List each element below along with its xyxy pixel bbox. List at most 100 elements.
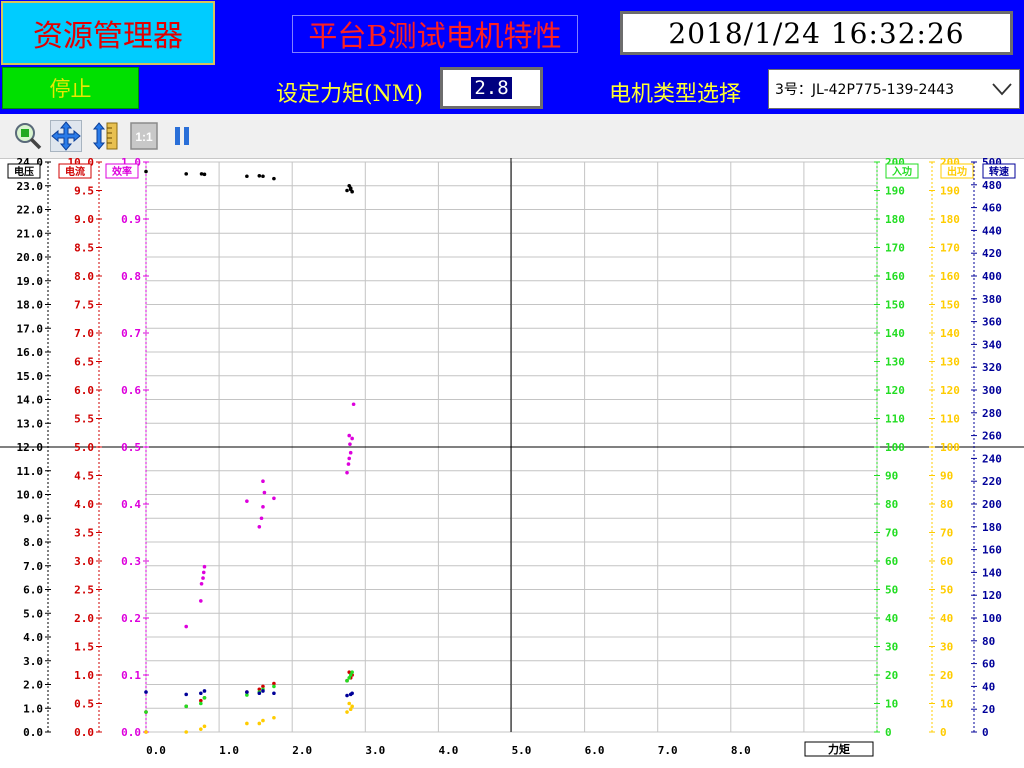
efficiency-tick-label: 0.3 bbox=[121, 555, 141, 568]
voltage-tick-label: 12.0 bbox=[17, 441, 44, 454]
voltage-tick-label: 7.0 bbox=[23, 560, 43, 573]
efficiency-data-point bbox=[348, 450, 353, 455]
speed-tick-label: 420 bbox=[982, 247, 1002, 260]
input_power-data-point bbox=[202, 696, 207, 700]
current-tick-label: 6.0 bbox=[74, 384, 94, 397]
efficiency-axis-name: 效率 bbox=[112, 165, 132, 178]
output_power-data-point bbox=[144, 730, 148, 734]
efficiency-tick-label: 0.6 bbox=[121, 384, 141, 397]
reset-zoom-icon: 1:1 bbox=[130, 122, 158, 150]
current-tick-label: 1.5 bbox=[74, 641, 94, 654]
input_power-data-point bbox=[272, 684, 276, 689]
output_power-data-point bbox=[350, 704, 354, 709]
current-tick-label: 3.0 bbox=[74, 555, 94, 568]
voltage-tick-label: 22.0 bbox=[17, 204, 44, 217]
motor-type-select[interactable]: 3号：JL-42P775-139-2443 bbox=[768, 69, 1020, 109]
motor-type-selected: 3号：JL-42P775-139-2443 bbox=[775, 82, 955, 98]
pause-button[interactable] bbox=[166, 120, 198, 152]
current-tick-label: 9.0 bbox=[74, 213, 94, 226]
input_power-tick-label: 170 bbox=[885, 242, 905, 255]
datetime-display: 2018/1/24 16:32:26 bbox=[620, 11, 1013, 55]
efficiency-data-point bbox=[272, 496, 276, 501]
output_power-data-point bbox=[184, 730, 189, 734]
input_power-tick-label: 0 bbox=[885, 726, 892, 739]
efficiency-tick-label: 0.8 bbox=[121, 270, 141, 283]
voltage-tick-label: 3.0 bbox=[23, 655, 43, 668]
efficiency-data-point bbox=[199, 599, 203, 603]
efficiency-data-point bbox=[261, 479, 265, 484]
measure-icon bbox=[92, 122, 118, 150]
x-tick-label: 1.0 bbox=[219, 744, 239, 757]
efficiency-data-point bbox=[346, 462, 351, 466]
voltage-tick-label: 15.0 bbox=[17, 370, 44, 383]
input_power-tick-label: 150 bbox=[885, 299, 905, 312]
x-tick-label: 2.0 bbox=[292, 744, 312, 757]
pause-icon bbox=[175, 127, 189, 145]
efficiency-data-point bbox=[347, 433, 352, 438]
page-title: 平台B测试电机特性 bbox=[292, 15, 578, 53]
output_power-data-point bbox=[345, 710, 349, 714]
output_power-data-point bbox=[261, 718, 265, 723]
speed-tick-label: 320 bbox=[982, 361, 1002, 374]
zoom-tool[interactable] bbox=[12, 120, 44, 152]
input_power-tick-label: 70 bbox=[885, 527, 898, 540]
pan-tool[interactable] bbox=[50, 120, 82, 152]
current-tick-label: 8.0 bbox=[74, 270, 94, 283]
speed-tick-label: 480 bbox=[982, 179, 1002, 192]
current-tick-label: 1.0 bbox=[74, 669, 94, 682]
speed-data-point bbox=[272, 691, 276, 696]
motor-characteristic-chart[interactable]: 0.01.02.03.04.05.06.07.08.09.0.01.02.03.… bbox=[0, 158, 1024, 768]
current-tick-label: 4.0 bbox=[74, 498, 94, 511]
speed-data-point bbox=[345, 693, 349, 698]
speed-tick-label: 100 bbox=[982, 612, 1002, 625]
speed-tick-label: 220 bbox=[982, 475, 1002, 488]
input_power-data-point bbox=[199, 701, 203, 706]
resource-manager-button[interactable]: 资源管理器 bbox=[1, 1, 215, 65]
output_power-tick-label: 90 bbox=[940, 470, 953, 483]
x-tick-label: 0.0 bbox=[146, 744, 166, 757]
reset-zoom-label: 1:1 bbox=[135, 130, 153, 144]
set-torque-input[interactable]: 2.8 bbox=[440, 67, 543, 109]
current-tick-label: 6.5 bbox=[74, 356, 94, 369]
speed-tick-label: 40 bbox=[982, 680, 995, 693]
current-tick-label: 3.5 bbox=[74, 527, 94, 540]
reset-zoom-tool[interactable]: 1:1 bbox=[128, 120, 160, 152]
output_power-tick-label: 70 bbox=[940, 527, 953, 540]
voltage-tick-label: 17.0 bbox=[17, 322, 44, 335]
output_power-tick-label: 50 bbox=[940, 584, 953, 597]
input_power-tick-label: 140 bbox=[885, 327, 905, 340]
voltage-tick-label: 19.0 bbox=[17, 275, 44, 288]
speed-tick-label: 380 bbox=[982, 293, 1002, 306]
x-tick-label: 6.0 bbox=[585, 744, 605, 757]
input_power-tick-label: 190 bbox=[885, 185, 905, 198]
voltage-data-point bbox=[348, 187, 353, 192]
stop-button[interactable]: 停止 bbox=[2, 67, 139, 109]
output_power-tick-label: 20 bbox=[940, 669, 953, 682]
x-tick-label: 4.0 bbox=[438, 744, 458, 757]
input_power-tick-label: 80 bbox=[885, 498, 898, 511]
voltage-tick-label: 8.0 bbox=[23, 536, 43, 549]
voltage-data-point bbox=[345, 188, 349, 193]
measure-tool[interactable] bbox=[90, 120, 122, 152]
efficiency-data-point bbox=[345, 470, 349, 475]
output_power-axis-name: 出功 bbox=[947, 165, 967, 178]
current-axis-name: 电流 bbox=[65, 165, 85, 178]
voltage-tick-label: 11.0 bbox=[17, 465, 44, 478]
input_power-tick-label: 10 bbox=[885, 698, 898, 711]
efficiency-data-point bbox=[261, 505, 265, 509]
output_power-data-point bbox=[347, 701, 352, 706]
current-tick-label: 7.0 bbox=[74, 327, 94, 340]
input_power-tick-label: 180 bbox=[885, 213, 905, 226]
voltage-data-point bbox=[202, 172, 207, 177]
input_power-tick-label: 130 bbox=[885, 356, 905, 369]
voltage-data-point bbox=[245, 174, 249, 179]
speed-tick-label: 460 bbox=[982, 202, 1002, 215]
chart-toolbar: 1:1 bbox=[0, 114, 1024, 159]
efficiency-data-point bbox=[201, 570, 206, 575]
speed-tick-label: 80 bbox=[982, 635, 995, 648]
voltage-tick-label: 0.0 bbox=[23, 726, 43, 739]
efficiency-data-point bbox=[257, 525, 262, 529]
input_power-tick-label: 120 bbox=[885, 384, 905, 397]
speed-tick-label: 280 bbox=[982, 407, 1002, 420]
speed-data-point bbox=[350, 691, 354, 696]
